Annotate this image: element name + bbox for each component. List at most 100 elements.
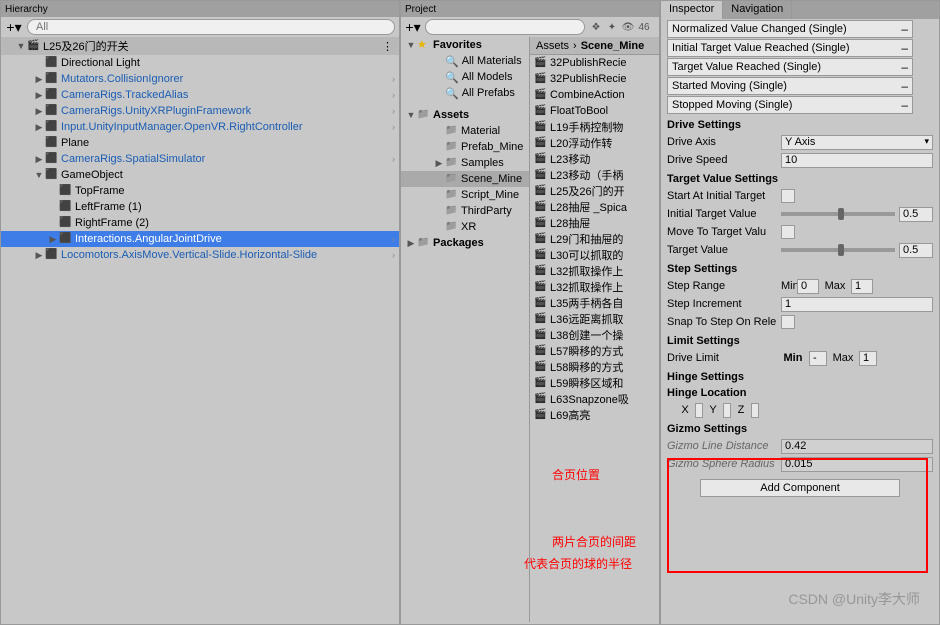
chevron-right-icon[interactable]: › <box>392 74 395 84</box>
event-foldout[interactable]: Target Value Reached (Single) <box>667 58 913 76</box>
folder-item[interactable]: Samples <box>401 155 529 171</box>
asset-item[interactable]: L20浮动作转 <box>530 135 659 151</box>
chevron-right-icon[interactable]: › <box>392 90 395 100</box>
asset-item[interactable]: L23移动 <box>530 151 659 167</box>
scene-row[interactable]: L25及26门的开关 ⋮ <box>1 37 399 55</box>
asset-item[interactable]: L25及26门的开 <box>530 183 659 199</box>
hierarchy-item[interactable]: Locomotors.AxisMove.Vertical-Slide.Horiz… <box>1 247 399 263</box>
asset-item[interactable]: L59瞬移区域和 <box>530 375 659 391</box>
folder-item[interactable]: Scene_Mine <box>401 171 529 187</box>
favorite-item[interactable]: 🔍All Materials <box>401 53 529 69</box>
asset-item[interactable]: FloatToBool <box>530 103 659 119</box>
foldout-icon[interactable] <box>33 154 45 165</box>
hierarchy-item[interactable]: TopFrame <box>1 183 399 199</box>
asset-item[interactable]: L35两手柄各自 <box>530 295 659 311</box>
foldout-icon[interactable] <box>15 41 27 51</box>
step-inc-input[interactable] <box>781 297 933 312</box>
asset-item[interactable]: 32PublishRecie <box>530 71 659 87</box>
filter-icon[interactable]: ❖ <box>589 22 603 33</box>
target-value-input[interactable] <box>899 243 933 258</box>
asset-item[interactable]: L30可以抓取的 <box>530 247 659 263</box>
asset-item[interactable]: L32抓取操作上 <box>530 263 659 279</box>
add-button[interactable]: +▾ <box>405 19 421 36</box>
step-min-input[interactable] <box>797 279 819 294</box>
foldout-icon[interactable] <box>405 238 417 249</box>
folder-item[interactable]: ThirdParty <box>401 203 529 219</box>
hinge-z-input[interactable] <box>751 403 759 418</box>
asset-item[interactable]: L63Snapzone吸 <box>530 391 659 407</box>
chevron-right-icon[interactable]: › <box>392 234 395 244</box>
foldout-icon[interactable] <box>47 234 59 245</box>
hierarchy-item[interactable]: Mutators.CollisionIgnorer› <box>1 71 399 87</box>
asset-item[interactable]: CombineAction <box>530 87 659 103</box>
asset-item[interactable]: 32PublishRecie <box>530 55 659 71</box>
packages-row[interactable]: Packages <box>401 235 529 251</box>
hierarchy-item[interactable]: CameraRigs.SpatialSimulator› <box>1 151 399 167</box>
foldout-icon[interactable] <box>433 158 445 169</box>
foldout-icon[interactable] <box>33 74 45 85</box>
asset-item[interactable]: L29门和抽屉的 <box>530 231 659 247</box>
drive-speed-input[interactable] <box>781 153 933 168</box>
folder-item[interactable]: XR <box>401 219 529 235</box>
chevron-right-icon[interactable]: › <box>392 154 395 164</box>
foldout-icon[interactable] <box>33 90 45 101</box>
move-to-checkbox[interactable] <box>781 225 795 239</box>
start-at-checkbox[interactable] <box>781 189 795 203</box>
asset-item[interactable]: L58瞬移的方式 <box>530 359 659 375</box>
hierarchy-item[interactable]: CameraRigs.UnityXRPluginFramework› <box>1 103 399 119</box>
assets-row[interactable]: Assets <box>401 107 529 123</box>
initial-target-input[interactable] <box>899 207 933 222</box>
asset-item[interactable]: L23移动（手柄 <box>530 167 659 183</box>
folder-item[interactable]: Material <box>401 123 529 139</box>
event-foldout[interactable]: Initial Target Value Reached (Single) <box>667 39 913 57</box>
folder-item[interactable]: Script_Mine <box>401 187 529 203</box>
add-component-button[interactable]: Add Component <box>700 479 900 497</box>
gizmo-line-input[interactable] <box>781 439 933 454</box>
breadcrumb[interactable]: Assets › Scene_Mine <box>530 37 659 55</box>
hinge-x-input[interactable] <box>695 403 703 418</box>
step-max-input[interactable] <box>851 279 873 294</box>
add-button[interactable]: +▾ <box>5 19 23 36</box>
limit-max-input[interactable] <box>859 351 877 366</box>
foldout-icon[interactable] <box>33 106 45 117</box>
chevron-right-icon[interactable]: › <box>392 250 395 260</box>
event-foldout[interactable]: Started Moving (Single) <box>667 77 913 95</box>
hierarchy-item[interactable]: CameraRigs.TrackedAlias› <box>1 87 399 103</box>
hierarchy-item[interactable]: Plane <box>1 135 399 151</box>
foldout-icon[interactable] <box>405 110 417 120</box>
foldout-icon[interactable] <box>33 250 45 261</box>
asset-item[interactable]: L19手柄控制物 <box>530 119 659 135</box>
initial-target-slider[interactable] <box>781 212 895 216</box>
pin-icon[interactable]: ✦ <box>605 22 619 33</box>
target-value-slider[interactable] <box>781 248 895 252</box>
hierarchy-search[interactable] <box>27 19 395 35</box>
limit-min-input[interactable] <box>809 351 827 366</box>
event-foldout[interactable]: Stopped Moving (Single) <box>667 96 913 114</box>
favorite-item[interactable]: 🔍All Prefabs <box>401 85 529 101</box>
tab-navigation[interactable]: Navigation <box>723 1 792 19</box>
asset-item[interactable]: L28抽屉 _Spica <box>530 199 659 215</box>
hierarchy-item[interactable]: Input.UnityInputManager.OpenVR.RightCont… <box>1 119 399 135</box>
hierarchy-item[interactable]: Directional Light <box>1 55 399 71</box>
favorites-row[interactable]: Favorites <box>401 37 529 53</box>
hinge-y-input[interactable] <box>723 403 731 418</box>
drive-axis-dropdown[interactable]: Y Axis <box>781 135 933 150</box>
favorite-item[interactable]: 🔍All Models <box>401 69 529 85</box>
project-search[interactable] <box>425 19 585 35</box>
foldout-icon[interactable] <box>33 122 45 133</box>
folder-item[interactable]: Prefab_Mine <box>401 139 529 155</box>
hierarchy-item[interactable]: GameObject <box>1 167 399 183</box>
asset-item[interactable]: L28抽屉 <box>530 215 659 231</box>
snap-checkbox[interactable] <box>781 315 795 329</box>
event-foldout[interactable]: Normalized Value Changed (Single) <box>667 20 913 38</box>
gizmo-sphere-input[interactable] <box>781 457 933 472</box>
foldout-icon[interactable] <box>405 40 417 50</box>
hierarchy-item[interactable]: LeftFrame (1) <box>1 199 399 215</box>
asset-item[interactable]: L38创建一个操 <box>530 327 659 343</box>
tab-inspector[interactable]: Inspector <box>661 1 723 19</box>
hierarchy-item[interactable]: RightFrame (2) <box>1 215 399 231</box>
hierarchy-item[interactable]: Interactions.AngularJointDrive› <box>1 231 399 247</box>
asset-item[interactable]: L36远距离抓取 <box>530 311 659 327</box>
eye-icon[interactable]: 👁 <box>621 22 635 33</box>
chevron-right-icon[interactable]: › <box>392 122 395 132</box>
